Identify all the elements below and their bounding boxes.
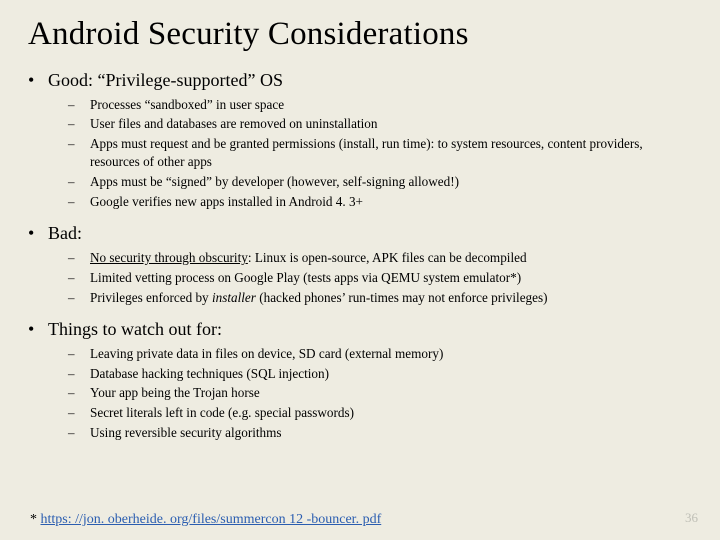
list-item: –Using reversible security algorithms xyxy=(68,424,692,444)
dash-icon: – xyxy=(68,270,90,286)
item-text: Using reversible security algorithms xyxy=(90,424,282,442)
bullet-icon: • xyxy=(28,71,48,89)
section-watch: • Things to watch out for: –Leaving priv… xyxy=(28,318,692,444)
item-text: Limited vetting process on Google Play (… xyxy=(90,269,521,287)
section-good: • Good: “Privilege-supported” OS –Proces… xyxy=(28,69,692,212)
footnote-link[interactable]: https: //jon. oberheide. org/files/summe… xyxy=(41,512,382,527)
slide-title: Android Security Considerations xyxy=(28,16,692,53)
dash-icon: – xyxy=(68,405,90,421)
item-text: Secret literals left in code (e.g. speci… xyxy=(90,404,354,422)
item-text: Apps must request and be granted permiss… xyxy=(90,135,692,171)
sub-list: –Leaving private data in files on device… xyxy=(68,345,692,444)
dash-icon: – xyxy=(68,385,90,401)
section-bad: • Bad: –No security through obscurity: L… xyxy=(28,222,692,308)
section-heading: Bad: xyxy=(48,222,82,245)
item-text: Database hacking techniques (SQL injecti… xyxy=(90,365,329,383)
dash-icon: – xyxy=(68,116,90,132)
item-text: Privileges enforced by installer (hacked… xyxy=(90,289,548,307)
list-item: –Apps must be “signed” by developer (how… xyxy=(68,173,692,193)
dash-icon: – xyxy=(68,425,90,441)
underlined-text: No security through obscurity xyxy=(90,250,248,265)
section-heading: Things to watch out for: xyxy=(48,318,222,341)
dash-icon: – xyxy=(68,97,90,113)
dash-icon: – xyxy=(68,366,90,382)
item-text: Your app being the Trojan horse xyxy=(90,384,260,402)
sub-list: –No security through obscurity: Linux is… xyxy=(68,249,692,308)
footnote-prefix: * xyxy=(30,512,41,527)
list-item: –Privileges enforced by installer (hacke… xyxy=(68,289,692,309)
item-text: Apps must be “signed” by developer (howe… xyxy=(90,173,459,191)
bullet-list: • Good: “Privilege-supported” OS –Proces… xyxy=(28,69,692,444)
footnote: * https: //jon. oberheide. org/files/sum… xyxy=(30,512,381,528)
bullet-icon: • xyxy=(28,224,48,242)
item-text: No security through obscurity: Linux is … xyxy=(90,249,527,267)
sub-list: –Processes “sandboxed” in user space –Us… xyxy=(68,96,692,213)
list-item: –No security through obscurity: Linux is… xyxy=(68,249,692,269)
section-heading: Good: “Privilege-supported” OS xyxy=(48,69,283,92)
list-item: –Leaving private data in files on device… xyxy=(68,345,692,365)
dash-icon: – xyxy=(68,194,90,210)
list-item: –Google verifies new apps installed in A… xyxy=(68,193,692,213)
item-text: User files and databases are removed on … xyxy=(90,115,377,133)
item-text: Processes “sandboxed” in user space xyxy=(90,96,284,114)
list-item: –Apps must request and be granted permis… xyxy=(68,135,692,173)
list-item: –Processes “sandboxed” in user space xyxy=(68,96,692,116)
dash-icon: – xyxy=(68,250,90,266)
dash-icon: – xyxy=(68,290,90,306)
list-item: –Limited vetting process on Google Play … xyxy=(68,269,692,289)
slide: Android Security Considerations • Good: … xyxy=(0,0,720,540)
list-item: –User files and databases are removed on… xyxy=(68,115,692,135)
item-text: Google verifies new apps installed in An… xyxy=(90,193,363,211)
dash-icon: – xyxy=(68,346,90,362)
list-item: –Database hacking techniques (SQL inject… xyxy=(68,365,692,385)
dash-icon: – xyxy=(68,136,90,152)
page-number: 36 xyxy=(685,510,698,526)
bullet-icon: • xyxy=(28,320,48,338)
item-text: Leaving private data in files on device,… xyxy=(90,345,443,363)
list-item: –Secret literals left in code (e.g. spec… xyxy=(68,404,692,424)
list-item: –Your app being the Trojan horse xyxy=(68,384,692,404)
italic-text: installer xyxy=(212,290,256,305)
dash-icon: – xyxy=(68,174,90,190)
